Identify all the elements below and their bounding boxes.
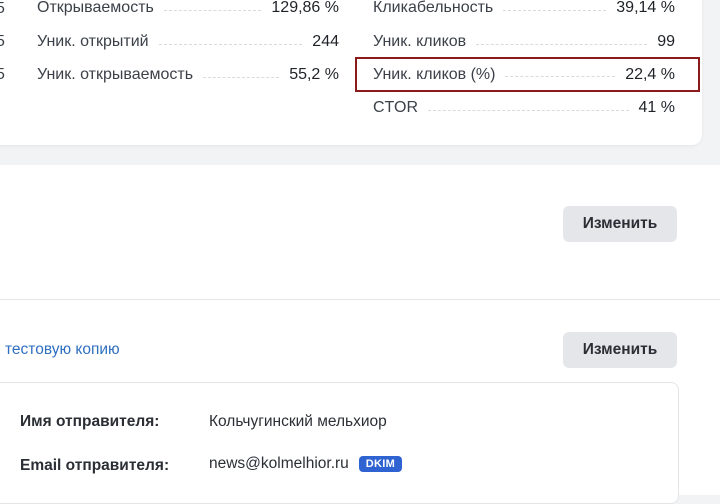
edit-sender-button[interactable]: Изменить xyxy=(563,332,677,368)
stat-row-unique-clicks: Уник. кликов 99 xyxy=(373,29,675,55)
stat-label: CTOR xyxy=(373,99,419,116)
stat-value: 41 % xyxy=(638,99,675,116)
stat-value: 55,2 % xyxy=(289,66,339,83)
sender-email-row: news@kolmelhior.ru DKIM xyxy=(209,455,403,473)
edit-button[interactable]: Изменить xyxy=(563,206,677,242)
stat-label: Уник. кликов xyxy=(373,33,467,50)
stat-row-ctor: CTOR 41 % xyxy=(373,95,675,121)
dkim-badge: DKIM xyxy=(358,456,403,472)
stat-stub: 5 xyxy=(0,66,5,83)
stat-value: 99 xyxy=(657,33,675,50)
sender-name-label: Имя отправителя: xyxy=(20,413,160,430)
dotted-leader xyxy=(428,109,629,111)
stat-label: Уник. кликов (%) xyxy=(373,65,496,83)
stat-label: Уник. открываемость xyxy=(37,66,194,83)
stat-row-unique-open-rate: Уник. открываемость 55,2 % xyxy=(37,62,339,88)
stat-value: 39,14 % xyxy=(616,0,675,16)
section-divider xyxy=(0,299,720,300)
test-copy-link[interactable]: тестовую копию xyxy=(5,341,120,359)
stat-stub: 5 xyxy=(0,0,5,17)
stat-row-unique-click-rate-highlighted: Уник. кликов (%) 22,4 % xyxy=(355,57,700,92)
stat-value: 129,86 % xyxy=(271,0,339,16)
sender-email-label: Email отправителя: xyxy=(20,457,170,474)
stat-value: 22,4 % xyxy=(625,65,675,83)
dotted-leader xyxy=(476,43,648,45)
stat-row-open-rate: Открываемость 129,86 % xyxy=(37,0,339,21)
stat-label: Уник. открытий xyxy=(37,33,149,50)
sender-info-box: Имя отправителя: Кольчугинский мельхиор … xyxy=(0,382,679,504)
stat-label: Кликабельность xyxy=(373,0,494,16)
stat-value: 244 xyxy=(312,33,339,50)
stat-row-unique-opens: Уник. открытий 244 xyxy=(37,29,339,55)
stat-label: Открываемость xyxy=(37,0,154,16)
stat-row-click-rate: Кликабельность 39,14 % xyxy=(373,0,675,21)
dotted-leader xyxy=(158,43,303,45)
dotted-leader xyxy=(203,76,280,78)
stat-stub: 5 xyxy=(0,33,5,50)
dotted-leader xyxy=(505,76,616,77)
dotted-leader xyxy=(503,9,607,11)
sender-email-value: news@kolmelhior.ru xyxy=(209,455,349,472)
sender-name-value: Кольчугинский мельхиор xyxy=(209,413,387,430)
dotted-leader xyxy=(163,9,262,11)
